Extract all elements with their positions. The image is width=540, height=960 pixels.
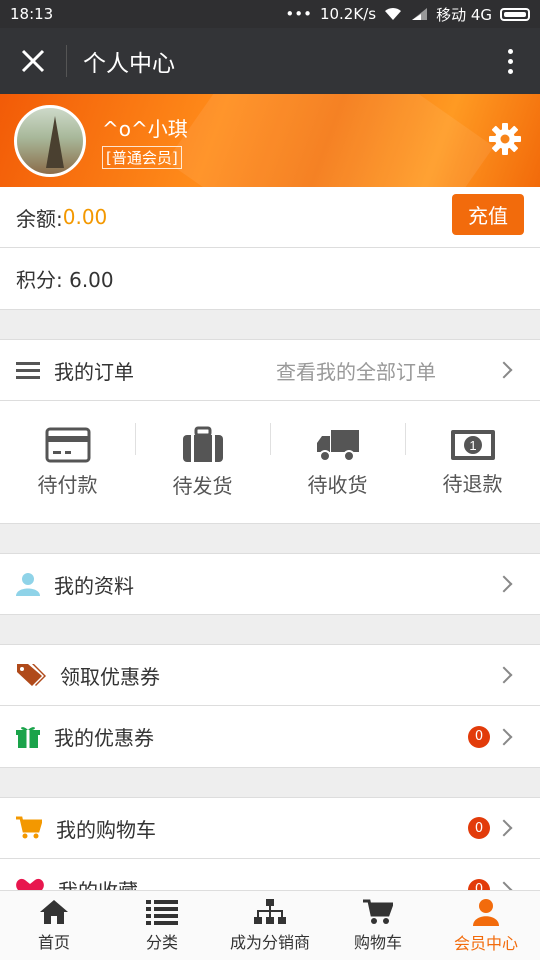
- username: ^o^小琪: [102, 116, 188, 141]
- user-icon: [473, 898, 499, 926]
- chevron-right-icon: [495, 575, 513, 593]
- my-profile-row[interactable]: 我的资料: [0, 553, 540, 615]
- order-status-label: 待付款: [37, 472, 98, 497]
- nav-label: 购物车: [353, 932, 402, 952]
- points-label: 积分: 6.00: [16, 268, 114, 292]
- nav-label: 首页: [37, 932, 70, 952]
- member-level-badge: [普通会员]: [102, 145, 182, 169]
- order-status-label: 待收货: [307, 472, 368, 497]
- balance-value: 0.00: [62, 205, 108, 229]
- wifi-icon: [385, 7, 402, 20]
- svg-text:1: 1: [469, 438, 476, 453]
- order-status-to-ship[interactable]: 待发货: [135, 401, 270, 523]
- close-icon: [21, 49, 45, 73]
- order-status-label: 待退款: [442, 471, 503, 496]
- nav-label: 分类: [145, 932, 178, 952]
- network-speed: 10.2K/s: [319, 5, 377, 23]
- recharge-button[interactable]: 充值: [452, 194, 524, 235]
- card-icon: [45, 427, 90, 462]
- order-status-unpaid[interactable]: 待付款: [0, 401, 135, 523]
- my-profile-label: 我的资料: [54, 573, 134, 598]
- order-status-label: 待发货: [172, 473, 233, 498]
- nav-home[interactable]: 首页: [0, 891, 108, 960]
- cart-icon: [363, 899, 393, 924]
- nav-label: 会员中心: [453, 933, 518, 953]
- order-status-refund[interactable]: 1 待退款: [405, 401, 540, 523]
- settings-button[interactable]: [488, 122, 522, 160]
- carrier-label: 移动 4G: [436, 5, 492, 24]
- bottom-nav: 首页 分类 成为分销商 购物车 会员中心: [0, 890, 540, 960]
- nav-label: 成为分销商: [229, 932, 310, 952]
- order-status-to-receive[interactable]: 待收货: [270, 401, 405, 523]
- my-cart-row[interactable]: 我的购物车 0: [0, 797, 540, 859]
- menu-icon: [16, 358, 40, 383]
- gear-icon: [489, 123, 521, 155]
- my-coupons-label: 我的优惠券: [54, 726, 154, 750]
- get-coupons-label: 领取优惠券: [60, 664, 160, 689]
- cart-icon: [16, 816, 42, 839]
- status-time: 18:13: [10, 5, 54, 23]
- balance-row: 余额: 0.00 充值: [0, 187, 540, 248]
- tags-icon: [17, 664, 46, 686]
- order-status-bar: 待付款 待发货 待收货 1 待退款: [0, 401, 540, 524]
- list-icon: [146, 899, 178, 925]
- signal-icon: [412, 8, 428, 20]
- chevron-right-icon: [495, 819, 513, 837]
- more-menu-button[interactable]: [480, 48, 540, 74]
- points-row: 积分: 6.00: [0, 248, 540, 310]
- get-coupons-row[interactable]: 领取优惠券: [0, 644, 540, 706]
- chevron-right-icon: [495, 666, 513, 684]
- person-icon: [16, 573, 40, 596]
- nav-cart[interactable]: 购物车: [324, 891, 432, 960]
- page-title: 个人中心: [83, 51, 175, 77]
- my-coupons-row[interactable]: 我的优惠券 0: [0, 706, 540, 768]
- money-icon: 1: [450, 429, 495, 460]
- battery-icon: [500, 7, 530, 21]
- nav-member-center[interactable]: 会员中心: [432, 891, 540, 960]
- avatar[interactable]: [14, 104, 86, 177]
- view-all-orders-link[interactable]: 查看我的全部订单: [276, 356, 436, 385]
- chevron-right-icon: [495, 728, 513, 745]
- status-bar: 18:13 ••• 10.2K/s 移动 4G: [0, 0, 540, 28]
- title-bar: 个人中心: [0, 28, 540, 94]
- suitcase-icon: [182, 426, 223, 462]
- my-orders-label: 我的订单: [54, 359, 134, 384]
- truck-icon: [316, 429, 359, 462]
- balance-label: 余额:: [16, 206, 63, 231]
- cart-count-badge: 0: [468, 817, 490, 839]
- home-icon: [40, 899, 68, 924]
- profile-header: ^o^小琪 [普通会员]: [0, 94, 540, 187]
- gift-icon: [16, 726, 40, 748]
- more-dots: •••: [285, 5, 312, 23]
- my-orders-row[interactable]: 我的订单 查看我的全部订单: [0, 339, 540, 401]
- nav-category[interactable]: 分类: [108, 891, 216, 960]
- coupon-count-badge: 0: [468, 725, 490, 748]
- org-chart-icon: [254, 898, 286, 924]
- my-cart-label: 我的购物车: [56, 817, 156, 842]
- close-button[interactable]: [0, 28, 66, 94]
- chevron-right-icon: [495, 361, 513, 379]
- nav-distributor[interactable]: 成为分销商: [216, 891, 324, 960]
